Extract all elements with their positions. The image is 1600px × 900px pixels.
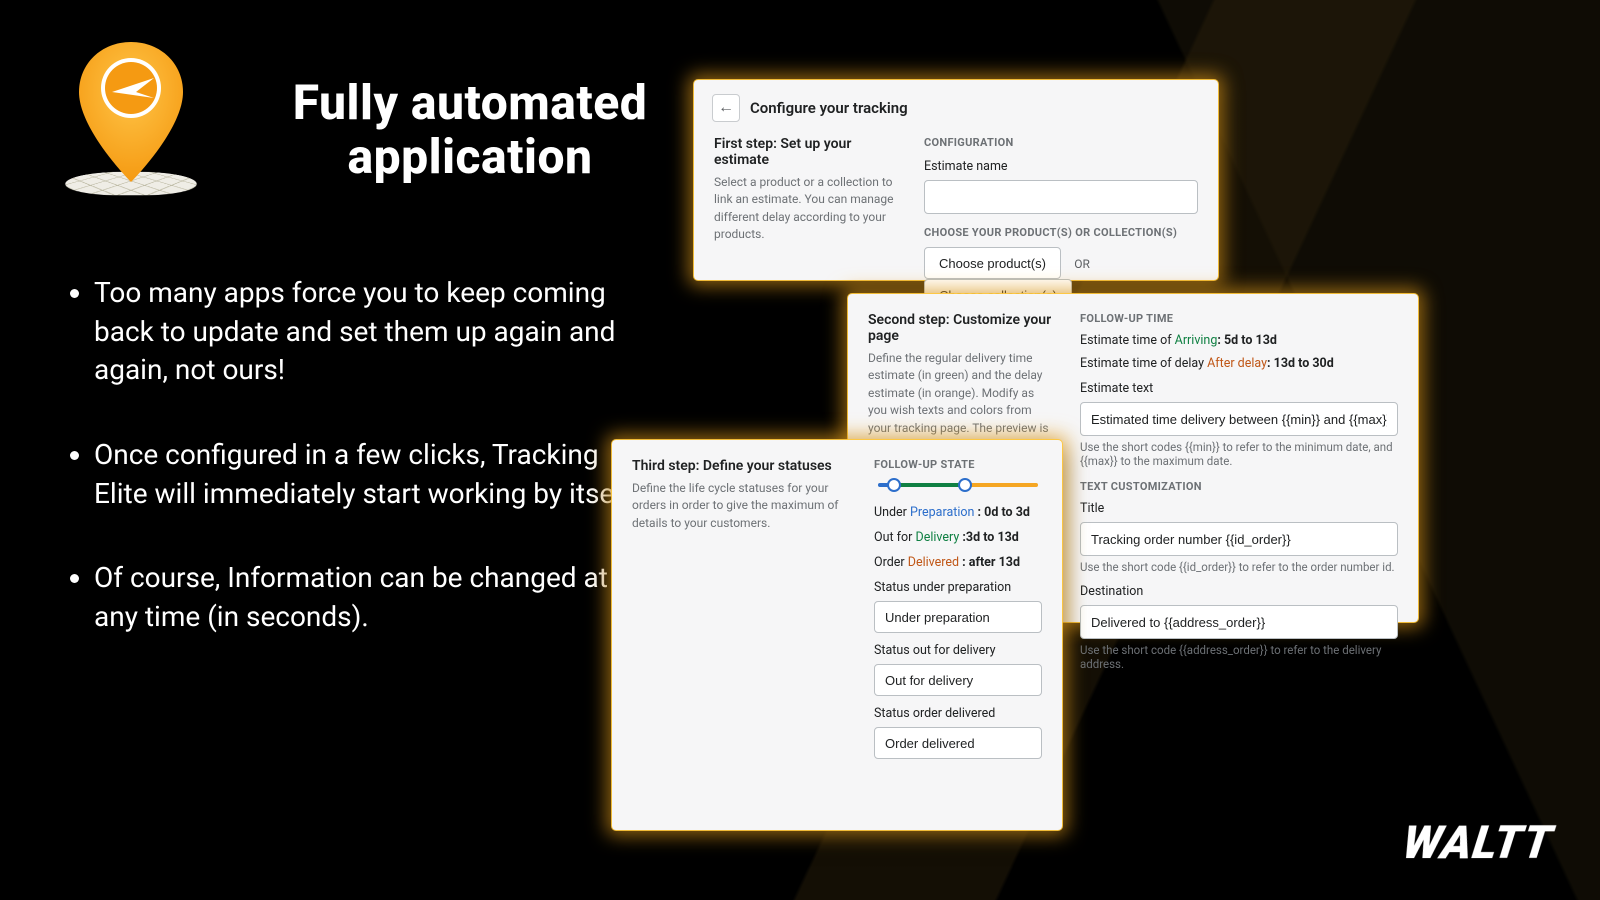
status-prep-label: Status under preparation xyxy=(874,580,1042,595)
destination-hint: Use the short code {{address_order}} to … xyxy=(1080,643,1398,671)
estimate-name-label: Estimate name xyxy=(924,159,1198,174)
status-delivered: Order Delivered : after 13d xyxy=(874,555,1042,570)
status-delivered-input[interactable] xyxy=(874,727,1042,759)
panel-step3: Third step: Define your statuses Define … xyxy=(612,440,1062,830)
back-button[interactable]: ← xyxy=(712,94,740,122)
title-field-label: Title xyxy=(1080,501,1398,516)
slider-handle-right[interactable] xyxy=(958,478,972,492)
status-preparation: Under Preparation : 0d to 3d xyxy=(874,505,1042,520)
or-separator: OR xyxy=(1074,257,1090,271)
destination-input[interactable] xyxy=(1080,605,1398,639)
estimate-text-label: Estimate text xyxy=(1080,381,1398,396)
arrow-left-icon: ← xyxy=(718,99,734,117)
estimate-name-input[interactable] xyxy=(924,180,1198,214)
choose-label: CHOOSE YOUR PRODUCT(S) OR COLLECTION(S) xyxy=(924,226,1198,239)
title-hint: Use the short code {{id_order}} to refer… xyxy=(1080,560,1398,574)
bullet-item: Once configured in a few clicks, Trackin… xyxy=(94,436,656,513)
page-title: Fully automated application xyxy=(260,76,680,184)
arriving-line: Estimate time of Arriving: 5d to 13d xyxy=(1080,333,1398,348)
status-prep-input[interactable] xyxy=(874,601,1042,633)
step3-description: Define the life cycle statuses for your … xyxy=(632,480,852,532)
status-delivered-label: Status order delivered xyxy=(874,706,1042,721)
estimate-text-hint: Use the short codes {{min}} to refer to … xyxy=(1080,440,1398,468)
slider-handle-left[interactable] xyxy=(887,478,901,492)
step1-heading: First step: Set up your estimate xyxy=(714,136,900,168)
title-input[interactable] xyxy=(1080,522,1398,556)
step1-description: Select a product or a collection to link… xyxy=(714,174,900,244)
status-delivery: Out for Delivery :3d to 13d xyxy=(874,530,1042,545)
estimate-text-input[interactable] xyxy=(1080,402,1398,436)
status-out-input[interactable] xyxy=(874,664,1042,696)
panel1-title: Configure your tracking xyxy=(750,99,908,117)
panel-step1: ← Configure your tracking First step: Se… xyxy=(694,80,1218,280)
text-customization-label: TEXT CUSTOMIZATION xyxy=(1080,480,1398,493)
status-slider[interactable] xyxy=(874,479,1042,491)
step2-heading: Second step: Customize your page xyxy=(868,312,1056,344)
map-pin-icon xyxy=(76,42,186,182)
configuration-label: CONFIGURATION xyxy=(924,136,1198,149)
app-logo xyxy=(46,34,216,209)
choose-products-button[interactable]: Choose product(s) xyxy=(924,247,1061,279)
brand-logo: WALTT xyxy=(1399,816,1556,870)
followup-state-label: FOLLOW-UP STATE xyxy=(874,458,1042,471)
bullet-item: Of course, Information can be changed at… xyxy=(94,559,656,636)
after-delay-line: Estimate time of delay After delay: 13d … xyxy=(1080,356,1398,371)
feature-bullets: Too many apps force you to keep coming b… xyxy=(66,274,656,682)
followup-time-label: FOLLOW-UP TIME xyxy=(1080,312,1398,325)
step3-heading: Third step: Define your statuses xyxy=(632,458,852,474)
bullet-item: Too many apps force you to keep coming b… xyxy=(94,274,656,390)
status-out-label: Status out for delivery xyxy=(874,643,1042,658)
destination-field-label: Destination xyxy=(1080,584,1398,599)
